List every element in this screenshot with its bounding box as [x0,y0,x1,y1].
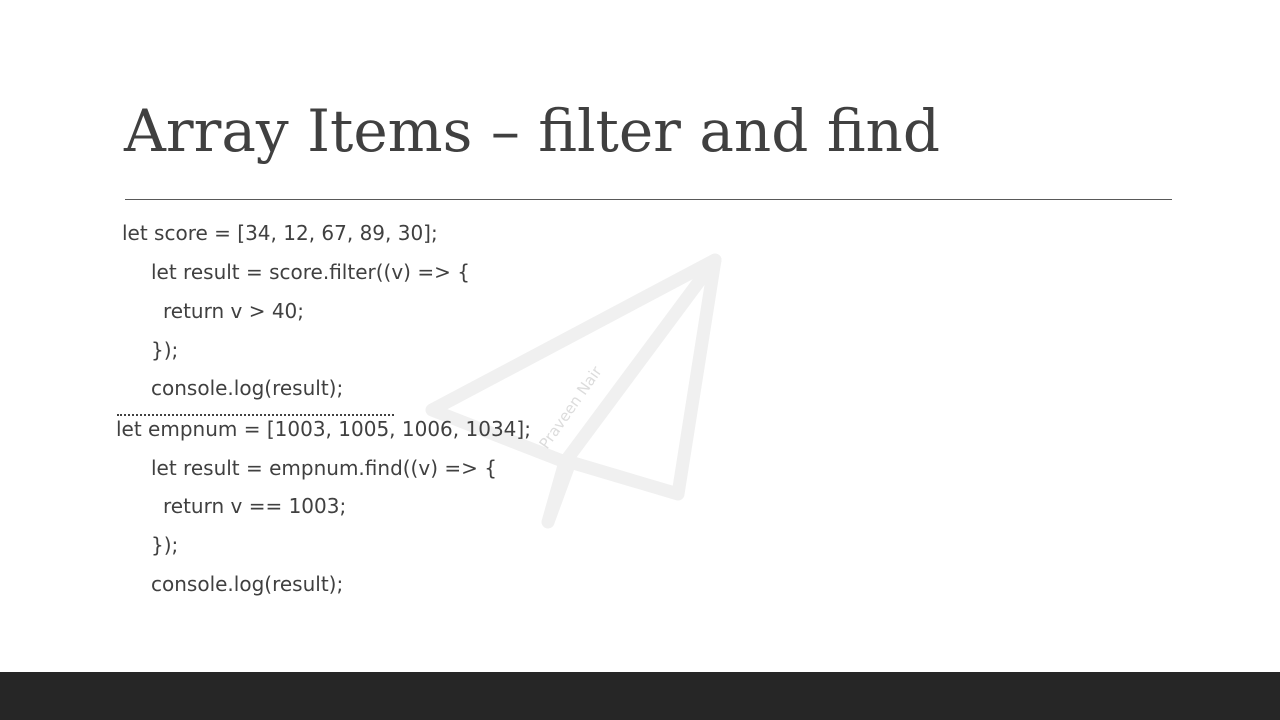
code-line: console.log(result); [151,376,344,400]
code-line: return v == 1003; [163,494,347,518]
slide: Array Items – filter and find Praveen Na… [0,0,1280,720]
code-line: console.log(result); [151,572,344,596]
code-line: let score = [34, 12, 67, 89, 30]; [122,221,438,245]
dotted-separator [117,414,394,416]
code-line: return v > 40; [163,299,305,323]
watermark-text: Praveen Nair [536,362,607,452]
code-line: let empnum = [1003, 1005, 1006, 1034]; [116,417,531,441]
slide-title: Array Items – filter and find [124,97,940,165]
footer-bar [0,672,1280,720]
code-line: }); [151,338,179,362]
title-divider [125,199,1172,200]
paper-plane-watermark-icon: Praveen Nair [425,253,722,529]
code-line: }); [151,533,179,557]
code-line: let result = score.filter((v) => { [151,260,470,284]
code-line: let result = empnum.find((v) => { [151,456,497,480]
